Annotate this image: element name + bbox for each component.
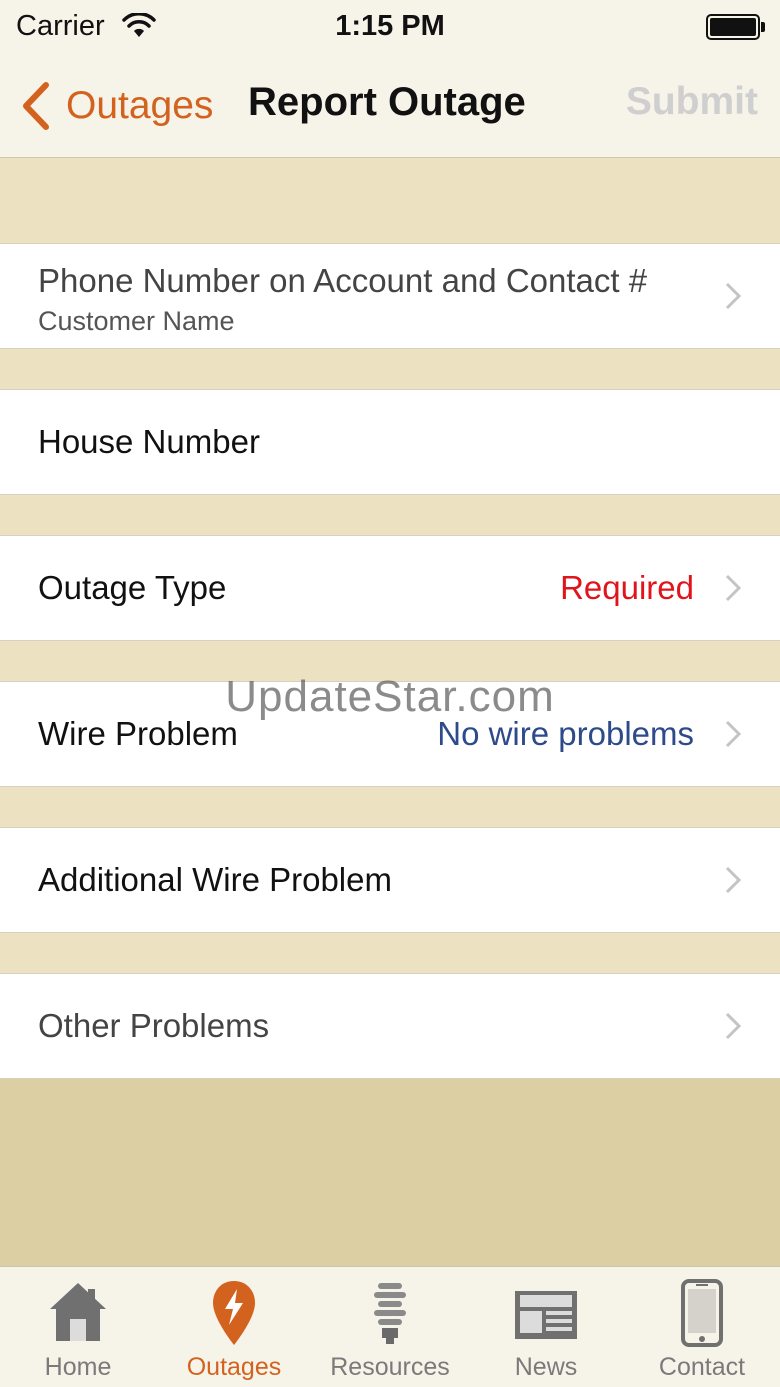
tab-resources[interactable]: Resources [312, 1267, 468, 1387]
submit-button[interactable]: Submit [626, 80, 758, 124]
section-spacer [0, 495, 780, 535]
tab-label: Outages [186, 1353, 282, 1381]
navigation-bar: Outages Report Outage Submit [0, 54, 780, 158]
outage-type-value: Required [560, 569, 694, 606]
other-problems-row[interactable]: Other Problems [0, 973, 780, 1079]
tab-label: News [514, 1353, 578, 1381]
phone-customer-row[interactable]: Phone Number on Account and Contact # Cu… [0, 243, 780, 349]
tab-news[interactable]: News [468, 1267, 624, 1387]
chevron-right-icon [725, 720, 742, 748]
tab-label: Resources [330, 1353, 450, 1381]
newspaper-icon [515, 1291, 577, 1339]
page-title: Report Outage [248, 80, 526, 124]
tab-label: Home [44, 1353, 112, 1381]
lightbulb-icon [374, 1283, 406, 1344]
chevron-right-icon [725, 866, 742, 894]
house-number-label: House Number [38, 423, 260, 460]
additional-wire-label: Additional Wire Problem [38, 861, 392, 898]
tab-home[interactable]: Home [0, 1267, 156, 1387]
outage-type-label: Outage Type [38, 569, 227, 606]
other-problems-label: Other Problems [38, 1007, 270, 1044]
outage-type-row[interactable]: Outage Type Required [0, 535, 780, 641]
section-spacer [0, 158, 780, 243]
section-spacer [0, 349, 780, 389]
phone-row-subtitle: Customer Name [38, 306, 235, 336]
report-form: Phone Number on Account and Contact # Cu… [0, 158, 780, 1079]
tab-bar: Home Outages Resources News Contact [0, 1266, 780, 1387]
status-bar: Carrier 1:15 PM [0, 0, 780, 54]
home-icon [50, 1283, 106, 1341]
additional-wire-problem-row[interactable]: Additional Wire Problem [0, 827, 780, 933]
section-spacer [0, 933, 780, 973]
section-spacer [0, 787, 780, 827]
back-label: Outages [66, 84, 214, 127]
battery-icon [706, 14, 766, 40]
chevron-right-icon [725, 574, 742, 602]
chevron-left-icon [23, 82, 49, 130]
chevron-right-icon [725, 1012, 742, 1040]
chevron-right-icon [725, 282, 742, 310]
tab-outages[interactable]: Outages [156, 1267, 312, 1387]
house-number-field[interactable]: House Number [0, 389, 780, 495]
tab-label: Contact [658, 1353, 746, 1381]
outage-pin-icon [213, 1281, 255, 1345]
tab-contact[interactable]: Contact [624, 1267, 780, 1387]
clock-label: 1:15 PM [335, 10, 445, 42]
back-button[interactable]: Outages [16, 76, 213, 136]
watermark: UpdateStar.com [225, 672, 555, 721]
phone-icon [681, 1279, 723, 1347]
phone-row-title: Phone Number on Account and Contact # [38, 262, 648, 299]
